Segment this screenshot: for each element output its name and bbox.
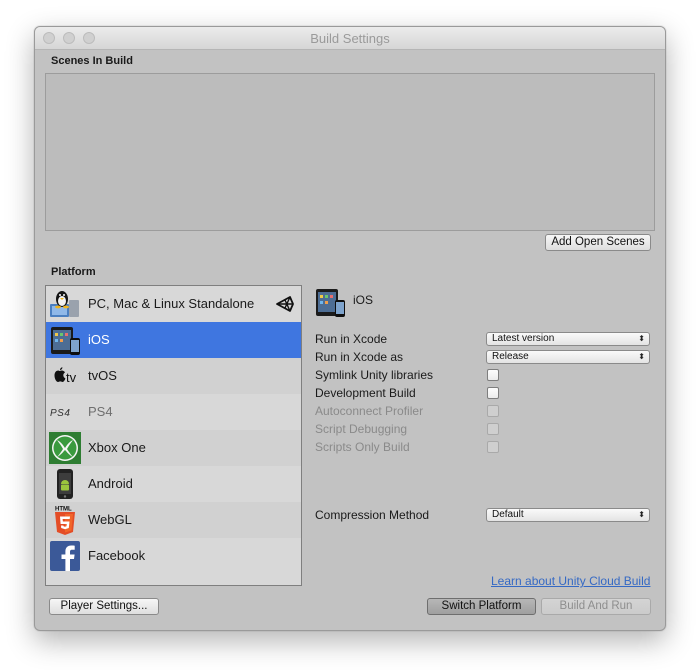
updown-arrow-icon: ⬍ xyxy=(638,510,645,519)
scripts-only-build-label: Scripts Only Build xyxy=(315,440,410,454)
compression-method-label: Compression Method xyxy=(315,508,430,522)
platform-item-ps4[interactable]: PS4 PS4 xyxy=(46,394,301,430)
unity-cloud-build-link[interactable]: Learn about Unity Cloud Build xyxy=(491,574,650,588)
autoconnect-profiler-label: Autoconnect Profiler xyxy=(315,404,424,418)
player-settings-button[interactable]: Player Settings... xyxy=(49,598,159,615)
platform-name: PC, Mac & Linux Standalone xyxy=(88,296,255,311)
symlink-unity-libraries-label: Symlink Unity libraries xyxy=(315,368,434,382)
script-debugging-checkbox xyxy=(487,423,499,435)
platform-item-webgl[interactable]: HTML WebGL xyxy=(46,502,301,538)
symlink-unity-libraries-checkbox[interactable] xyxy=(487,369,499,381)
run-in-xcode-value: Latest version xyxy=(492,333,555,344)
add-open-scenes-button[interactable]: Add Open Scenes xyxy=(545,234,651,251)
build-settings-window: Build Settings Scenes In Build Add Open … xyxy=(34,26,666,631)
run-in-xcode-dropdown[interactable]: Latest version ⬍ xyxy=(486,332,650,346)
platform-item-tvos[interactable]: tv tvOS xyxy=(46,358,301,394)
development-build-label: Development Build xyxy=(315,386,416,400)
svg-text:PS4: PS4 xyxy=(50,408,70,419)
switch-platform-button[interactable]: Switch Platform xyxy=(427,598,536,615)
platform-name: WebGL xyxy=(88,512,132,527)
android-icon xyxy=(57,469,73,499)
compression-method-value: Default xyxy=(492,509,524,520)
selected-platform-title: iOS xyxy=(353,293,374,307)
autoconnect-profiler-checkbox xyxy=(487,405,499,417)
build-and-run-button: Build And Run xyxy=(541,598,651,615)
platform-name: PS4 xyxy=(88,404,113,419)
run-in-xcode-label: Run in Xcode xyxy=(315,332,388,346)
platform-item-standalone[interactable]: PC, Mac & Linux Standalone xyxy=(46,286,301,322)
run-in-xcode-as-value: Release xyxy=(492,351,529,362)
scenes-in-build-list[interactable] xyxy=(45,73,655,231)
svg-text:HTML: HTML xyxy=(55,507,72,513)
run-in-xcode-as-label: Run in Xcode as xyxy=(315,350,404,364)
platform-name: Facebook xyxy=(88,548,146,563)
apple-tv-icon: tv xyxy=(54,367,77,385)
platform-name: Android xyxy=(88,476,133,491)
platform-label: Platform xyxy=(51,266,96,278)
platform-name: iOS xyxy=(88,332,110,347)
platform-name: Xbox One xyxy=(88,440,146,455)
ps4-icon: PS4 xyxy=(50,408,70,419)
xbox-icon xyxy=(49,432,81,464)
html5-icon: HTML xyxy=(55,507,75,535)
platform-item-xbox[interactable]: Xbox One xyxy=(46,430,301,466)
platform-item-android[interactable]: Android xyxy=(46,466,301,502)
updown-arrow-icon: ⬍ xyxy=(638,334,645,343)
platform-list: PC, Mac & Linux Standalone iOS tv tvOS P… xyxy=(45,285,302,586)
updown-arrow-icon: ⬍ xyxy=(638,352,645,361)
scripts-only-build-checkbox xyxy=(487,441,499,453)
pc-linux-icon xyxy=(50,291,79,317)
ios-device-icon xyxy=(51,327,80,355)
window-title: Build Settings xyxy=(310,31,390,46)
ios-settings-icon xyxy=(316,289,345,317)
title-bar[interactable]: Build Settings xyxy=(35,27,665,50)
unity-logo-icon xyxy=(276,296,294,312)
run-in-xcode-as-dropdown[interactable]: Release ⬍ xyxy=(486,350,650,364)
compression-method-dropdown[interactable]: Default ⬍ xyxy=(486,508,650,522)
platform-item-ios[interactable]: iOS xyxy=(46,322,301,358)
scenes-in-build-label: Scenes In Build xyxy=(51,55,133,67)
development-build-checkbox[interactable] xyxy=(487,387,499,399)
script-debugging-label: Script Debugging xyxy=(315,422,408,436)
facebook-icon xyxy=(50,541,80,571)
platform-name: tvOS xyxy=(88,368,117,383)
svg-text:tv: tv xyxy=(66,370,77,385)
platform-item-facebook[interactable]: Facebook xyxy=(46,538,301,574)
